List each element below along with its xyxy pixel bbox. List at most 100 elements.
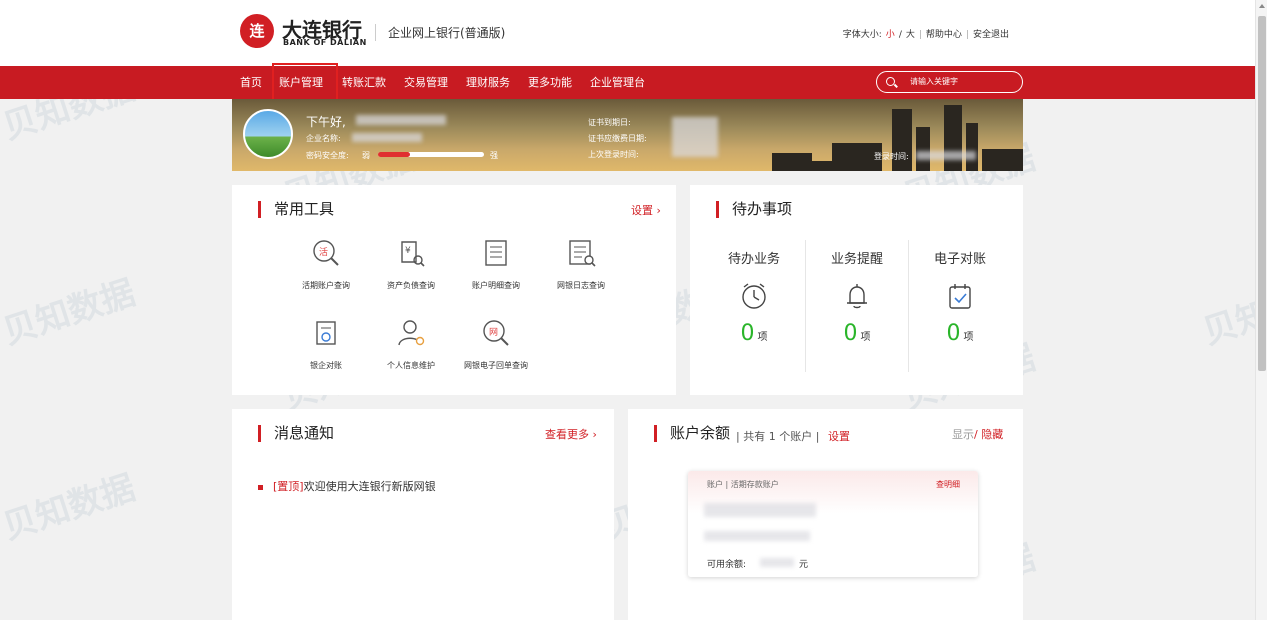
font-size-label: 字体大小: xyxy=(842,30,882,40)
tool-current-account-query[interactable]: 活 活期账户查询 xyxy=(286,238,366,291)
masked-balance xyxy=(760,558,794,567)
logout-link[interactable]: 安全退出 xyxy=(971,30,1011,40)
nav-home[interactable]: 首页 xyxy=(240,66,262,99)
tool-account-detail-query[interactable]: 账户明细查询 xyxy=(456,238,536,291)
company-name-label: 企业名称: xyxy=(306,134,341,143)
show-toggle[interactable]: 显示/ 隐藏 xyxy=(952,426,1003,442)
message-text: 欢迎使用大连银行新版网银 xyxy=(303,480,436,493)
masked-user-name xyxy=(356,115,446,125)
tools-settings-link[interactable]: 设置 › xyxy=(631,202,661,218)
font-large-link[interactable]: 大 xyxy=(904,30,917,40)
tool-label: 网银日志查询 xyxy=(557,281,605,290)
account-count: | 共有 1 个账户 | xyxy=(736,430,820,443)
nav-transfer[interactable]: 转账汇款 xyxy=(342,66,386,99)
todo-count: 0 xyxy=(946,321,961,346)
cert-fee-date-label: 证书应缴费日期: xyxy=(588,134,647,143)
skyline xyxy=(966,123,978,171)
account-type-label: 账户 | 活期存款账户 xyxy=(707,480,779,489)
tool-label: 资产负债查询 xyxy=(387,281,435,290)
masked-account-name xyxy=(704,503,816,517)
masked-account-number xyxy=(704,531,810,541)
clock-icon xyxy=(742,283,766,309)
font-small-link[interactable]: 小 xyxy=(884,30,897,40)
nav-enterprise-console[interactable]: 企业管理台 xyxy=(590,66,645,99)
nav-transactions[interactable]: 交易管理 xyxy=(404,66,448,99)
last-login-label: 上次登录时间: xyxy=(588,150,639,159)
todo-unit: 项 xyxy=(860,332,871,343)
tools-title: 常用工具 xyxy=(258,201,334,218)
tool-label: 活期账户查询 xyxy=(302,281,350,290)
bullet-icon xyxy=(258,484,263,490)
available-balance-label: 可用余额: xyxy=(707,560,747,570)
todo-business-reminder[interactable]: 业务提醒 0项 xyxy=(806,248,908,346)
masked-cert-info xyxy=(672,117,718,157)
view-more-link[interactable]: 查看更多 › xyxy=(545,426,597,442)
todo-count: 0 xyxy=(843,321,858,346)
view-more-label: 查看更多 xyxy=(545,428,589,441)
skyline xyxy=(772,153,812,171)
tools-card: 常用工具 设置 › 活 活期账户查询 ¥ 资产负债查询 账户明细查询 网银日志查… xyxy=(232,185,676,395)
todo-e-reconciliation[interactable]: 电子对账 0项 xyxy=(909,248,1011,346)
nav-wealth[interactable]: 理财服务 xyxy=(466,66,510,99)
tool-personal-info[interactable]: 个人信息维护 xyxy=(371,318,451,371)
view-details-link[interactable]: 查明细 xyxy=(936,479,960,490)
svg-text:活: 活 xyxy=(319,246,328,258)
chevron-right-icon: › xyxy=(592,428,597,441)
todo-label: 电子对账 xyxy=(933,252,986,267)
search-placeholder: 请输入关键字 xyxy=(910,77,958,86)
e-receipt-query-icon: 网 xyxy=(483,320,509,346)
tool-label: 个人信息维护 xyxy=(387,361,435,370)
cert-expiry-label: 证书到期日: xyxy=(588,118,631,127)
todo-label: 业务提醒 xyxy=(830,252,883,267)
main-nav: 首页 账户管理 转账汇款 交易管理 理财服务 更多功能 企业管理台 xyxy=(0,66,1255,99)
tools-settings-label: 设置 xyxy=(631,204,653,217)
svg-text:网: 网 xyxy=(489,327,498,338)
masked-company-name xyxy=(352,133,422,142)
todo-pending-business[interactable]: 待办业务 0项 xyxy=(703,248,805,346)
todo-count: 0 xyxy=(740,321,755,346)
pinned-tag: [置顶] xyxy=(273,480,304,493)
ebank-log-query-icon xyxy=(569,240,596,267)
password-weak-label: 弱 xyxy=(362,151,370,160)
divider: | xyxy=(918,30,922,40)
scrollbar-thumb[interactable] xyxy=(1258,16,1266,371)
masked-login-time xyxy=(916,151,976,160)
hide-link[interactable]: 隐藏 xyxy=(981,428,1003,441)
watermark: 贝知数据 xyxy=(0,467,140,548)
todo-unit: 项 xyxy=(757,332,768,343)
page-scrollbar[interactable] xyxy=(1255,0,1267,620)
password-strength-bar xyxy=(378,152,484,157)
balance-settings-link[interactable]: 设置 xyxy=(828,428,850,444)
tool-asset-liability-query[interactable]: ¥ 资产负债查询 xyxy=(371,238,451,291)
messages-card: 消息通知 查看更多 › xyxy=(232,409,614,620)
header: 连 大连银行 BANK OF DALIAN 企业网上银行(普通版) 字体大小: 小… xyxy=(0,0,1255,66)
font-size-slash: / xyxy=(898,30,902,40)
todo-unit: 项 xyxy=(963,332,974,343)
scroll-up-icon[interactable] xyxy=(1259,4,1265,8)
tool-label: 账户明细查询 xyxy=(472,281,520,290)
system-name: 企业网上银行(普通版) xyxy=(375,24,505,41)
search-input[interactable]: 请输入关键字 xyxy=(876,71,1023,93)
password-strength-fill xyxy=(378,152,410,157)
help-center-link[interactable]: 帮助中心 xyxy=(924,30,964,40)
password-strength-label: 密码安全度: xyxy=(306,151,349,160)
login-time-label: 登录时间: xyxy=(874,152,909,161)
top-links: 字体大小: 小 / 大 | 帮助中心 | 安全退出 xyxy=(841,27,1011,40)
skyline xyxy=(916,127,930,171)
skyline xyxy=(944,105,962,171)
tool-ebank-log-query[interactable]: 网银日志查询 xyxy=(541,238,621,291)
tool-label: 网银电子回单查询 xyxy=(464,361,528,370)
show-label: 显示 xyxy=(952,428,974,441)
tool-bank-enterprise-reconcile[interactable]: 银企对账 xyxy=(286,318,366,371)
password-strong-label: 强 xyxy=(490,151,498,160)
message-item[interactable]: [置顶]欢迎使用大连银行新版网银 xyxy=(258,478,436,494)
avatar xyxy=(243,109,293,159)
skyline xyxy=(982,149,1023,171)
watermark: 贝知数据 xyxy=(0,272,140,353)
bank-logo-icon: 连 xyxy=(240,14,274,48)
todo-label: 待办业务 xyxy=(727,252,780,267)
tool-e-receipt-query[interactable]: 网 网银电子回单查询 xyxy=(456,318,536,371)
todo-card: 待办事项 待办业务 0项 业务提醒 0项 电子对账 0项 xyxy=(690,185,1023,395)
asset-liability-query-icon: ¥ xyxy=(401,241,425,267)
nav-more-functions[interactable]: 更多功能 xyxy=(528,66,572,99)
